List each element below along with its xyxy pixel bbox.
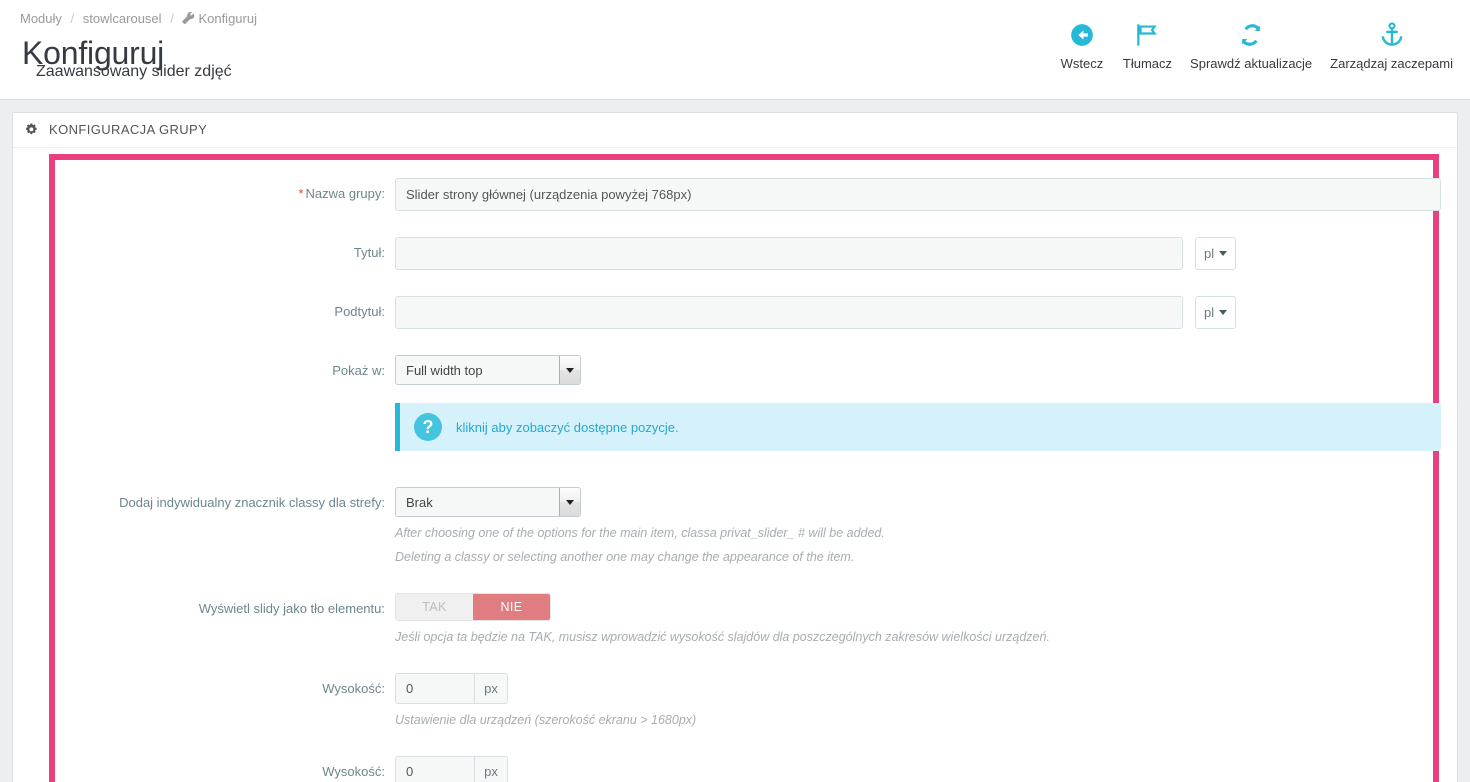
spacer bbox=[55, 477, 1433, 487]
classy-marker-selected-value: Brak bbox=[396, 488, 559, 516]
height-1440-input[interactable] bbox=[396, 757, 474, 782]
cogs-icon bbox=[25, 123, 40, 139]
group-name-label-text: Nazwa grupy: bbox=[306, 186, 385, 201]
height-1440-label: Wysokość: bbox=[55, 756, 395, 781]
manage-hooks-button[interactable]: Zarządzaj zaczepami bbox=[1321, 18, 1462, 71]
spacer bbox=[55, 211, 1433, 237]
positions-info-alert: ? kliknij aby zobaczyć dostępne pozycje. bbox=[395, 403, 1441, 451]
show-in-select[interactable]: Full width top bbox=[395, 355, 581, 385]
form-row-classy-marker: Dodaj indywidualny znacznik classy dla s… bbox=[55, 487, 1433, 567]
height-1680-field-wrap: px Ustawienie dla urządzeń (szerokość ek… bbox=[395, 673, 1433, 730]
classy-marker-help-line-2: Deleting a classy or selecting another o… bbox=[395, 548, 1423, 567]
form-row-subtitle: Podtytuł: pl bbox=[55, 296, 1433, 329]
form-row-title: Tytuł: pl bbox=[55, 237, 1433, 270]
show-in-selected-value: Full width top bbox=[396, 356, 559, 384]
height-1680-input-group: px bbox=[395, 673, 508, 704]
panel-heading: KONFIGURACJA GRUPY bbox=[13, 113, 1457, 148]
slides-as-background-label: Wyświetl slidy jako tło elementu: bbox=[55, 593, 395, 618]
panel-heading-label: KONFIGURACJA GRUPY bbox=[49, 122, 207, 137]
height-1440-unit-addon: px bbox=[474, 757, 507, 782]
refresh-icon bbox=[1190, 18, 1312, 52]
group-name-field-wrap bbox=[395, 178, 1451, 211]
classy-marker-help-line-1: After choosing one of the options for th… bbox=[395, 524, 1423, 543]
form-row-slides-as-background: Wyświetl slidy jako tło elementu: TAK NI… bbox=[55, 593, 1433, 647]
page-toolbar: Wstecz Tłumacz Sprawdź aktualizacje bbox=[1050, 18, 1462, 71]
flag-icon bbox=[1123, 18, 1172, 52]
group-name-label: *Nazwa grupy: bbox=[55, 178, 395, 203]
breadcrumb-item-modules[interactable]: Moduły bbox=[20, 11, 62, 26]
height-1680-help: Ustawienie dla urządzeń (szerokość ekran… bbox=[395, 711, 1423, 730]
chevron-down-icon bbox=[1219, 310, 1227, 315]
title-input[interactable] bbox=[395, 237, 1183, 270]
classy-marker-select[interactable]: Brak bbox=[395, 487, 581, 517]
subtitle-label: Podtytuł: bbox=[55, 296, 395, 321]
show-in-field-wrap: Full width top bbox=[395, 355, 1433, 385]
title-field-wrap: pl bbox=[395, 237, 1433, 270]
check-updates-button-label: Sprawdź aktualizacje bbox=[1190, 56, 1312, 71]
form-row-group-name: *Nazwa grupy: bbox=[55, 178, 1433, 211]
height-1680-unit-addon: px bbox=[474, 674, 507, 703]
toggle-option-yes[interactable]: TAK bbox=[396, 594, 473, 620]
highlighted-form-region: *Nazwa grupy: Tytuł: pl bbox=[49, 154, 1439, 782]
spacer bbox=[55, 270, 1433, 296]
positions-alert-spacer bbox=[55, 403, 395, 428]
slides-as-background-toggle[interactable]: TAK NIE bbox=[395, 593, 551, 621]
classy-marker-field-wrap: Brak After choosing one of the options f… bbox=[395, 487, 1433, 567]
select-arrow-icon bbox=[559, 488, 580, 516]
breadcrumb-separator: / bbox=[71, 11, 75, 26]
title-label: Tytuł: bbox=[55, 237, 395, 262]
title-language-code: pl bbox=[1204, 247, 1214, 260]
content-area: KONFIGURACJA GRUPY *Nazwa grupy: Tytuł: bbox=[0, 100, 1470, 782]
show-in-label: Pokaż w: bbox=[55, 355, 395, 380]
back-button-label: Wstecz bbox=[1059, 56, 1105, 71]
select-arrow-icon bbox=[559, 356, 580, 384]
translate-button-label: Tłumacz bbox=[1123, 56, 1172, 71]
classy-marker-label: Dodaj indywidualny znacznik classy dla s… bbox=[55, 487, 395, 512]
available-positions-link[interactable]: kliknij aby zobaczyć dostępne pozycje. bbox=[456, 420, 679, 435]
form-row-positions-alert: ? kliknij aby zobaczyć dostępne pozycje. bbox=[55, 403, 1433, 451]
required-marker: * bbox=[298, 186, 303, 201]
spacer bbox=[55, 451, 1433, 477]
breadcrumb-item-configure[interactable]: Konfiguruj bbox=[198, 11, 257, 26]
slides-as-background-help: Jeśli opcja ta będzie na TAK, musisz wpr… bbox=[395, 628, 1423, 647]
anchor-icon bbox=[1330, 18, 1453, 52]
form-row-show-in: Pokaż w: Full width top bbox=[55, 355, 1433, 385]
back-button[interactable]: Wstecz bbox=[1050, 18, 1114, 71]
spacer bbox=[55, 730, 1433, 756]
positions-alert-wrap: ? kliknij aby zobaczyć dostępne pozycje. bbox=[395, 403, 1451, 451]
slides-as-background-field-wrap: TAK NIE Jeśli opcja ta będzie na TAK, mu… bbox=[395, 593, 1433, 647]
toggle-option-no[interactable]: NIE bbox=[473, 594, 550, 620]
group-name-input[interactable] bbox=[395, 178, 1441, 211]
manage-hooks-button-label: Zarządzaj zaczepami bbox=[1330, 56, 1453, 71]
spacer bbox=[55, 329, 1433, 355]
subtitle-language-dropdown[interactable]: pl bbox=[1195, 296, 1236, 329]
height-1680-label: Wysokość: bbox=[55, 673, 395, 698]
spacer bbox=[55, 385, 1433, 403]
spacer bbox=[55, 647, 1433, 673]
breadcrumb-separator: / bbox=[170, 11, 174, 26]
question-circle-icon: ? bbox=[414, 413, 442, 441]
form-row-height-1440: Wysokość: px Ustawienie dla urządzeń (sz… bbox=[55, 756, 1433, 782]
subtitle-input[interactable] bbox=[395, 296, 1183, 329]
title-language-dropdown[interactable]: pl bbox=[1195, 237, 1236, 270]
spacer bbox=[55, 567, 1433, 593]
height-1440-field-wrap: px Ustawienie dla urządzeń (szerokość ek… bbox=[395, 756, 1433, 782]
chevron-down-icon bbox=[1219, 251, 1227, 256]
check-updates-button[interactable]: Sprawdź aktualizacje bbox=[1181, 18, 1321, 71]
breadcrumb-item-module[interactable]: stowlcarousel bbox=[83, 11, 162, 26]
arrow-circle-left-icon bbox=[1059, 18, 1105, 52]
subtitle-field-wrap: pl bbox=[395, 296, 1433, 329]
height-1440-input-group: px bbox=[395, 756, 508, 782]
group-configuration-panel: KONFIGURACJA GRUPY *Nazwa grupy: Tytuł: bbox=[12, 112, 1458, 782]
translate-button[interactable]: Tłumacz bbox=[1114, 18, 1181, 71]
subtitle-language-code: pl bbox=[1204, 306, 1214, 319]
form-row-height-1680: Wysokość: px Ustawienie dla urządzeń (sz… bbox=[55, 673, 1433, 730]
wrench-icon bbox=[182, 12, 195, 30]
height-1680-input[interactable] bbox=[396, 674, 474, 703]
page-header: Moduły / stowlcarousel / Konfiguruj Konf… bbox=[0, 0, 1470, 100]
